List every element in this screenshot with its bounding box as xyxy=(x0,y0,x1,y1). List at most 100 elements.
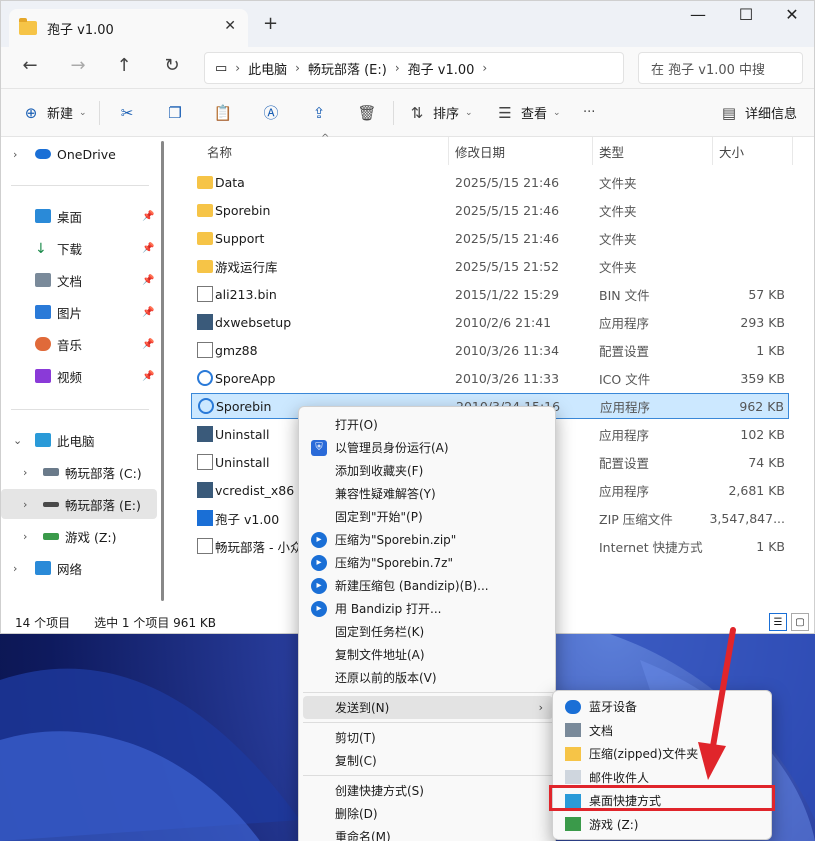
file-row[interactable]: Support 2025/5/15 21:46 文件夹 xyxy=(191,225,789,251)
paste-button[interactable]: 📋 xyxy=(205,89,241,137)
sidebar-item-this-pc[interactable]: ⌄ 此电脑 xyxy=(1,425,157,455)
zip-folder-icon xyxy=(565,746,581,761)
search-input[interactable]: 在 孢子 v1.00 中搜 xyxy=(638,52,803,84)
file-row[interactable]: Sporebin 2025/5/15 21:46 文件夹 xyxy=(191,197,789,223)
bluetooth-icon xyxy=(565,699,581,714)
new-button[interactable]: ⊕ 新建 ⌄ xyxy=(13,89,95,137)
file-date: 2010/2/6 21:41 xyxy=(455,314,552,330)
sort-button[interactable]: ⇅ 排序 ⌄ xyxy=(399,89,481,137)
close-window-button[interactable]: ✕ xyxy=(777,5,807,24)
pin-icon: 📌 xyxy=(142,370,155,382)
sidebar-item-desktop[interactable]: 桌面 📌 xyxy=(1,201,157,231)
send-to-item[interactable]: 压缩(zipped)文件夹 xyxy=(557,742,769,765)
sidebar-item-music[interactable]: 音乐 📌 xyxy=(1,329,157,359)
spore-file-icon xyxy=(198,398,214,414)
new-tab-button[interactable]: + xyxy=(263,13,278,34)
send-to-item[interactable]: 游戏 (Z:) xyxy=(557,813,769,836)
send-to-item[interactable]: 文档 xyxy=(557,719,769,742)
sort-icon: ⇅ xyxy=(410,103,424,122)
back-icon[interactable]: ← xyxy=(17,55,43,76)
cut-button[interactable]: ✂ xyxy=(109,89,145,137)
context-menu-item[interactable]: 删除(D) xyxy=(303,802,553,825)
copy-button[interactable]: ❐ xyxy=(157,89,193,137)
address-field[interactable]: ▭ › 此电脑 › 畅玩部落 (E:) › 孢子 v1.00 › xyxy=(204,52,624,84)
folder-icon xyxy=(19,18,37,35)
breadcrumb-folder[interactable]: 孢子 v1.00 xyxy=(408,59,475,78)
breadcrumb-pc[interactable]: 此电脑 xyxy=(248,59,287,78)
drive-icon xyxy=(43,501,59,507)
context-menu-label: 发送到(N) xyxy=(335,701,390,715)
drive-icon xyxy=(43,468,59,476)
chevron-right-icon: › xyxy=(13,561,18,575)
forward-icon[interactable]: → xyxy=(65,55,91,76)
sidebar-item-onedrive[interactable]: › OneDrive xyxy=(1,139,157,169)
context-menu-item[interactable]: 发送到(N) › xyxy=(303,696,553,719)
file-row[interactable]: ali213.bin 2015/1/22 15:29 BIN 文件 57 KB xyxy=(191,281,789,307)
file-row[interactable]: 游戏运行库 2025/5/15 21:52 文件夹 xyxy=(191,253,789,279)
sidebar-item-downloads[interactable]: ↓ 下载 📌 xyxy=(1,233,157,263)
context-menu-item[interactable]: 打开(O) xyxy=(303,413,553,436)
details-button[interactable]: ▤ 详细信息 xyxy=(711,89,805,137)
context-menu-item[interactable]: 还原以前的版本(V) xyxy=(303,666,553,689)
trash-icon: 🗑 xyxy=(357,103,377,122)
context-menu-item[interactable]: 重命名(M) xyxy=(303,825,553,841)
share-button[interactable]: ⇪ xyxy=(301,89,337,137)
details-view-button[interactable]: ☰ xyxy=(769,613,787,631)
menu-divider xyxy=(303,692,553,693)
sidebar-item-videos[interactable]: 视频 📌 xyxy=(1,361,157,391)
context-menu-item[interactable]: 复制(C) xyxy=(303,749,553,772)
file-row[interactable]: Data 2025/5/15 21:46 文件夹 xyxy=(191,169,789,195)
folder-icon xyxy=(197,203,213,217)
sidebar-item-documents[interactable]: 文档 📌 xyxy=(1,265,157,295)
context-menu-item[interactable]: ▸ 新建压缩包 (Bandizip)(B)... xyxy=(303,574,553,597)
column-header-size[interactable]: 大小 xyxy=(713,137,793,165)
context-menu-item[interactable]: 固定到任务栏(K) xyxy=(303,620,553,643)
view-button[interactable]: ☰ 查看 ⌄ xyxy=(487,89,569,137)
sidebar-label: 下载 xyxy=(57,241,83,257)
new-label: 新建 xyxy=(47,107,74,122)
breadcrumb-drive[interactable]: 畅玩部落 (E:) xyxy=(308,59,387,78)
sidebar-item-network[interactable]: › 网络 xyxy=(1,553,157,583)
close-tab-button[interactable]: ✕ xyxy=(224,18,236,34)
rename-button[interactable]: Ⓐ xyxy=(253,89,289,137)
refresh-icon[interactable]: ↻ xyxy=(159,55,185,76)
sidebar-item-drive-e[interactable]: › 畅玩部落 (E:) xyxy=(1,489,157,519)
sidebar-item-pictures[interactable]: 图片 📌 xyxy=(1,297,157,327)
pin-icon: 📌 xyxy=(142,338,155,350)
sidebar-label: OneDrive xyxy=(57,146,116,162)
file-type: 配置设置 xyxy=(599,343,650,359)
context-menu-item[interactable]: ▸ 压缩为"Sporebin.zip" xyxy=(303,528,553,551)
context-menu-item[interactable]: 剪切(T) xyxy=(303,726,553,749)
up-icon[interactable]: ↑ xyxy=(111,55,137,76)
context-menu-item[interactable]: 兼容性疑难解答(Y) xyxy=(303,482,553,505)
file-row[interactable]: SporeApp 2010/3/26 11:33 ICO 文件 359 KB xyxy=(191,365,789,391)
context-menu-item[interactable]: ▸ 用 Bandizip 打开... xyxy=(303,597,553,620)
context-menu-item[interactable]: 创建快捷方式(S) xyxy=(303,779,553,802)
context-menu-label: 复制(C) xyxy=(335,754,377,768)
bandizip-icon: ▸ xyxy=(311,577,327,594)
more-options-button[interactable]: ··· xyxy=(575,89,603,137)
maximize-button[interactable]: ☐ xyxy=(731,5,761,24)
column-header-name[interactable]: 名称 xyxy=(201,137,449,165)
send-to-item[interactable]: 蓝牙设备 xyxy=(557,695,769,718)
context-menu-item[interactable]: ⛨ 以管理员身份运行(A) xyxy=(303,436,553,459)
tab-current[interactable]: 孢子 v1.00 ✕ xyxy=(9,9,248,47)
delete-button[interactable]: 🗑 xyxy=(349,89,385,137)
file-row[interactable]: dxwebsetup 2010/2/6 21:41 应用程序 293 KB xyxy=(191,309,789,335)
context-menu-item[interactable]: ▸ 压缩为"Sporebin.7z" xyxy=(303,551,553,574)
column-header-date[interactable]: 修改日期 xyxy=(449,137,593,165)
sidebar-scrollbar[interactable] xyxy=(161,141,164,601)
link-file-icon xyxy=(197,538,213,554)
file-row[interactable]: gmz88 2010/3/26 11:34 配置设置 1 KB xyxy=(191,337,789,363)
context-menu-item[interactable]: 添加到收藏夹(F) xyxy=(303,459,553,482)
minimize-button[interactable]: — xyxy=(683,5,713,24)
context-menu-item[interactable]: 复制文件地址(A) xyxy=(303,643,553,666)
sidebar-item-drive-z[interactable]: › 游戏 (Z:) xyxy=(1,521,157,551)
context-menu-label: 创建快捷方式(S) xyxy=(335,784,424,798)
column-header-type[interactable]: 类型 xyxy=(593,137,713,165)
thumbnail-view-button[interactable]: ▢ xyxy=(791,613,809,631)
context-menu-item[interactable]: 固定到"开始"(P) xyxy=(303,505,553,528)
ico-file-icon xyxy=(197,370,213,386)
context-menu-label: 固定到任务栏(K) xyxy=(335,625,425,639)
sidebar-item-drive-c[interactable]: › 畅玩部落 (C:) xyxy=(1,457,157,487)
